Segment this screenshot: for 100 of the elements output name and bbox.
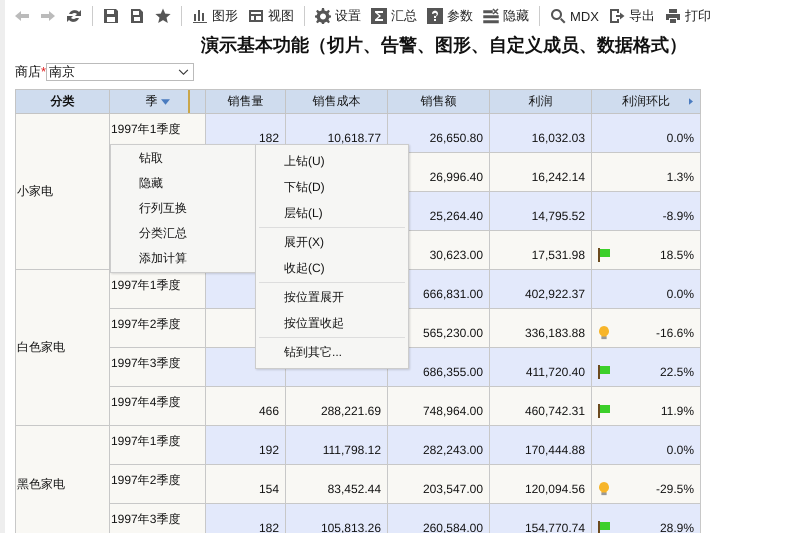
- print-button[interactable]: 打印: [662, 5, 714, 27]
- number-cell: 14,795.52: [532, 209, 585, 223]
- help-button[interactable]: 参数: [424, 5, 476, 27]
- hide-button[interactable]: 隐藏: [480, 5, 532, 27]
- chart-icon: [192, 8, 208, 24]
- search-icon: [550, 8, 566, 24]
- menu-item[interactable]: 按位置展开: [256, 284, 408, 310]
- number-cell: 111,798.12: [322, 443, 381, 457]
- number-cell: 288,221.69: [320, 404, 381, 418]
- hide-icon: [483, 8, 499, 24]
- ratio-cell: -8.9%: [662, 209, 694, 223]
- export-icon: [608, 8, 625, 24]
- number-cell: 203,547.00: [422, 482, 483, 496]
- save-icon: [103, 8, 119, 24]
- sigma-button[interactable]: 汇总: [368, 5, 420, 27]
- menu-item[interactable]: 添加计算: [111, 246, 256, 271]
- number-cell: 402,922.37: [524, 287, 585, 301]
- view-icon: [248, 8, 264, 24]
- number-cell: 282,243.00: [422, 443, 483, 457]
- ratio-cell: -16.6%: [656, 326, 694, 340]
- menu-item[interactable]: 下钻(D): [256, 174, 408, 200]
- quarter-cell: 1997年1季度: [111, 122, 180, 136]
- export-button[interactable]: 导出: [606, 5, 658, 27]
- number-cell: 26,650.80: [430, 131, 483, 145]
- number-cell: 83,452.44: [328, 482, 381, 496]
- category-cell: 黑色家电: [17, 476, 65, 490]
- number-cell: 154: [258, 482, 279, 496]
- number-cell: 666,831.00: [422, 287, 483, 301]
- sigma-icon: [371, 8, 387, 24]
- column-header[interactable]: 利润: [490, 90, 592, 114]
- number-cell: 336,183.88: [524, 326, 585, 340]
- number-cell: 565,230.00: [422, 326, 483, 340]
- filter-label: 商店*: [15, 63, 46, 81]
- number-cell: 411,720.40: [526, 365, 585, 379]
- ratio-cell: 0.0%: [666, 131, 694, 145]
- number-cell: 182: [258, 131, 279, 145]
- store-select[interactable]: 南京: [46, 63, 194, 81]
- column-header[interactable]: 分类: [16, 90, 110, 114]
- number-cell: 686,355.00: [422, 365, 483, 379]
- column-header[interactable]: 销售额: [388, 90, 490, 114]
- menu-item[interactable]: 收起(C): [256, 255, 408, 281]
- column-header[interactable]: 季: [110, 90, 206, 114]
- quarter-cell: 1997年4季度: [111, 395, 180, 409]
- menu-item[interactable]: 上钻(U): [256, 148, 408, 174]
- number-cell: 748,964.00: [422, 404, 483, 418]
- ratio-cell: 1.3%: [666, 170, 694, 184]
- number-cell: 16,242.14: [532, 170, 585, 184]
- ratio-cell: 18.5%: [660, 248, 694, 262]
- gear-icon: [315, 8, 331, 24]
- search-button[interactable]: MDX: [547, 6, 602, 26]
- number-cell: 16,032.03: [532, 131, 585, 145]
- category-cell: 小家电: [17, 184, 53, 198]
- chevron-icon: [178, 68, 190, 76]
- number-cell: 25,264.40: [430, 209, 483, 223]
- column-header[interactable]: 销售量: [206, 90, 286, 114]
- quarter-cell: 1997年3季度: [111, 512, 180, 526]
- print-icon: [664, 8, 681, 24]
- ratio-cell: 0.0%: [666, 287, 694, 301]
- menu-item[interactable]: 按位置收起: [256, 310, 408, 336]
- number-cell: 10,618.77: [328, 131, 381, 145]
- column-header[interactable]: 销售成本: [286, 90, 388, 114]
- menu-item[interactable]: 展开(X): [256, 229, 408, 255]
- ratio-cell: 11.9%: [660, 404, 694, 418]
- number-cell: 466: [258, 404, 279, 418]
- view-button[interactable]: 视图: [245, 5, 297, 27]
- quarter-cell: 1997年2季度: [111, 473, 180, 487]
- menu-item[interactable]: 分类汇总: [111, 221, 256, 246]
- scroll-right-icon[interactable]: [689, 98, 693, 105]
- number-cell: 182: [258, 521, 279, 533]
- menu-item[interactable]: 隐藏: [111, 171, 256, 196]
- chart-button[interactable]: 图形: [189, 5, 241, 27]
- category-cell: 白色家电: [17, 340, 65, 354]
- gear-button[interactable]: 设置: [312, 5, 364, 27]
- menu-item[interactable]: 钻到其它...: [256, 339, 408, 365]
- saveas-icon: [129, 8, 145, 24]
- refresh-icon: [66, 8, 82, 24]
- report-title: 演示基本功能（切片、告警、图形、自定义成员、数据格式）: [200, 34, 688, 57]
- column-header[interactable]: 利润环比: [592, 90, 700, 114]
- ratio-cell: 0.0%: [666, 443, 694, 457]
- dropdown-arrow-icon: [160, 99, 170, 105]
- number-cell: 26,996.40: [430, 170, 483, 184]
- quarter-cell: 1997年3季度: [111, 356, 180, 370]
- menu-item[interactable]: 行列互换: [111, 196, 256, 221]
- number-cell: 460,742.31: [524, 404, 585, 418]
- forward-icon: [40, 8, 56, 24]
- ratio-cell: 22.5%: [660, 365, 694, 379]
- star-icon: [155, 8, 171, 24]
- help-icon: [427, 8, 443, 24]
- quarter-cell: 1997年2季度: [111, 317, 180, 331]
- ratio-cell: 28.9%: [660, 521, 694, 533]
- ratio-cell: -29.5%: [656, 482, 694, 496]
- quarter-cell: 1997年1季度: [111, 434, 180, 448]
- menu-item[interactable]: 钻取: [111, 146, 256, 171]
- number-cell: 17,531.98: [532, 248, 585, 262]
- number-cell: 30,623.00: [430, 248, 483, 262]
- menu-item[interactable]: 层钻(L): [256, 200, 408, 226]
- number-cell: 170,444.88: [524, 443, 585, 457]
- back-icon: [14, 8, 30, 24]
- number-cell: 120,094.56: [524, 482, 585, 496]
- number-cell: 192: [258, 443, 279, 457]
